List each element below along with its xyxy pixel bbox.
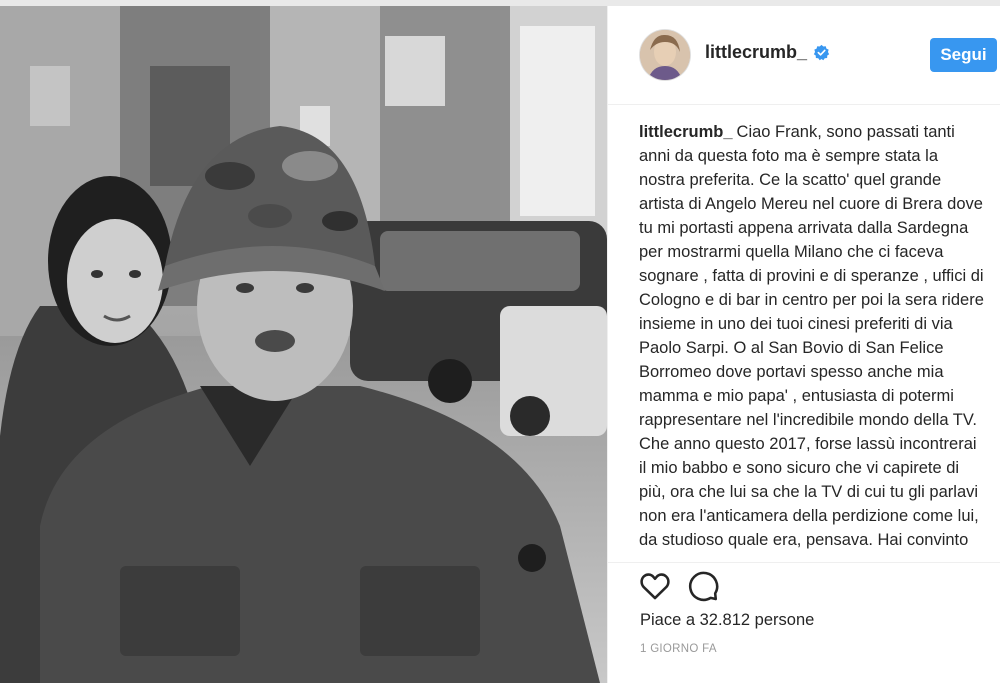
divider [608,562,1000,563]
caption-text: Ciao Frank, sono passati tanti anni da q… [639,123,984,549]
post-header: littlecrumb_ Segui [608,6,1000,105]
comment-bubble-icon[interactable] [686,569,720,603]
heart-icon[interactable] [638,569,672,603]
verified-badge-icon [813,44,830,61]
likes-count[interactable]: Piace a 32.812 persone [640,611,814,630]
caption-username[interactable]: littlecrumb_ [639,123,733,141]
username-link[interactable]: littlecrumb_ [705,42,830,63]
username-text[interactable]: littlecrumb_ [705,42,807,63]
avatar[interactable] [640,30,690,80]
post-photo[interactable] [0,6,607,683]
action-bar [638,569,720,603]
caption: littlecrumb_ Ciao Frank, sono passati tan… [639,120,984,554]
post-details-panel: littlecrumb_ Segui littlecrumb_ Ciao Fran… [607,6,1000,683]
post-timestamp[interactable]: 1 GIORNO FA [640,643,717,655]
caption-area: littlecrumb_ Ciao Frank, sono passati tan… [639,120,984,554]
follow-button[interactable]: Segui [930,38,997,72]
